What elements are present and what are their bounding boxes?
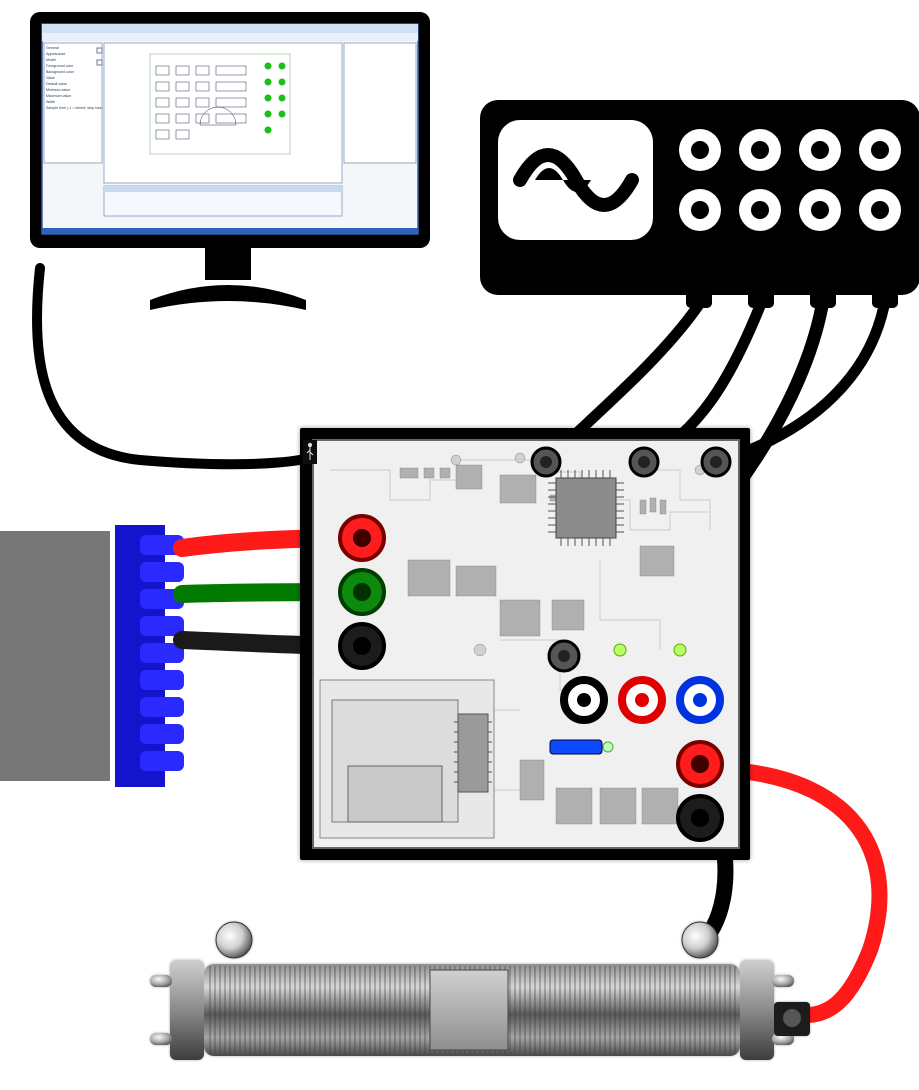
panel-line: Value <box>46 76 55 80</box>
panel-line: Model <box>46 58 56 62</box>
banana-blue-mid <box>680 680 720 720</box>
power-terminal-block <box>115 525 184 787</box>
power-supply <box>0 525 184 787</box>
mcu-board <box>300 428 750 860</box>
power-banana-green <box>340 570 384 614</box>
panel-line: Appearance <box>46 52 65 56</box>
panel-line: Background color <box>46 70 75 74</box>
transformer <box>320 680 494 838</box>
rheostat-binding-post <box>774 1002 810 1036</box>
banana-black-mid <box>564 680 604 720</box>
panel-line: Width <box>46 100 55 104</box>
panel-line: Default value <box>46 82 67 86</box>
panel-line: Maximum value <box>46 94 71 98</box>
power-banana-red <box>340 516 384 560</box>
usb-port <box>303 440 317 464</box>
panel-line: Sample time (-1 = inherit; step size) <box>46 106 103 110</box>
panel-line: Minimum value <box>46 88 70 92</box>
output-banana-red <box>678 742 722 786</box>
power-banana-black <box>340 624 384 668</box>
panel-line: General <box>46 46 59 50</box>
mcu-chip <box>548 470 624 546</box>
output-banana-black <box>678 796 722 840</box>
oscilloscope <box>480 100 919 308</box>
panel-line: Foreground color <box>46 64 74 68</box>
pc-monitor: General Appearance Model Foreground colo… <box>30 12 430 310</box>
banana-red-mid <box>622 680 662 720</box>
rheostat <box>150 922 810 1060</box>
